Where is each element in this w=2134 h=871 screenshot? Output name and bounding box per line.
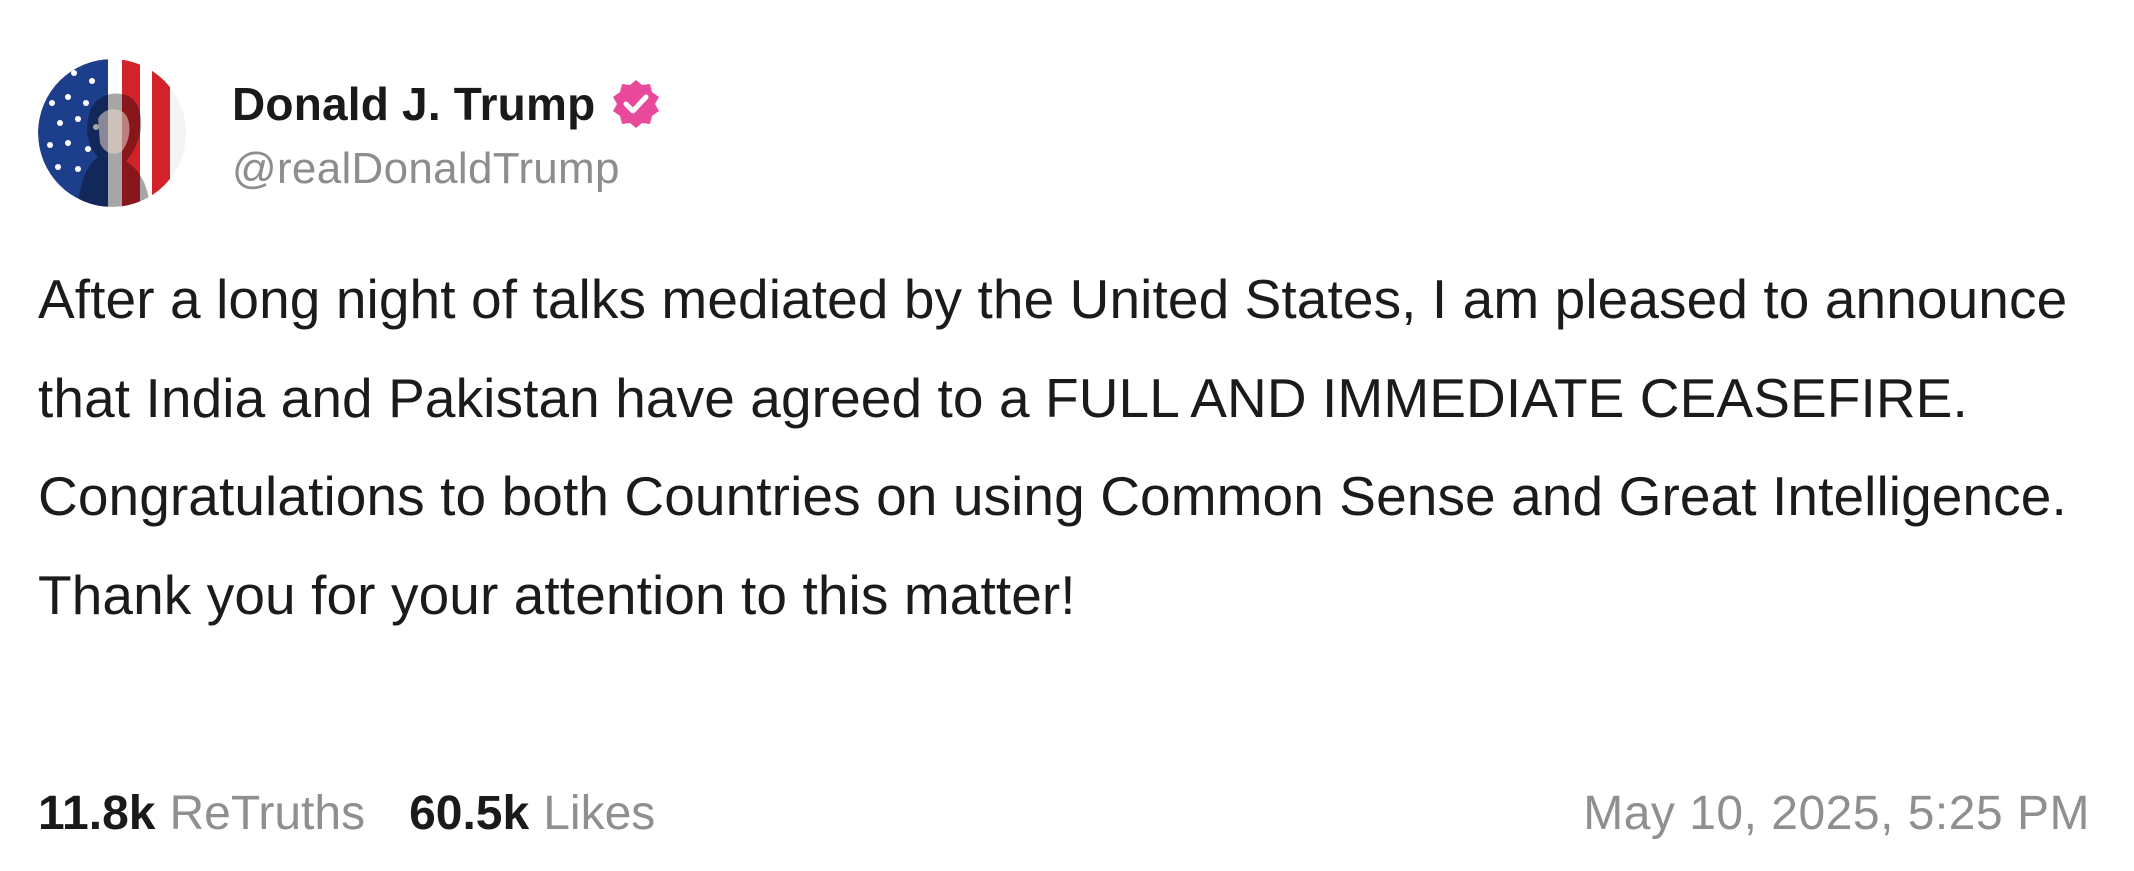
verified-badge-icon [609, 77, 663, 131]
post-text: After a long night of talks mediated by … [38, 268, 2068, 626]
retruths-count: 11.8k [38, 787, 156, 840]
post-timestamp[interactable]: May 10, 2025, 5:25 PM [1583, 786, 2090, 841]
name-row: Donald J. Trump [232, 72, 663, 136]
likes-stat[interactable]: 60.5k Likes [409, 786, 655, 841]
post-header: Donald J. Trump @realDonaldTrump [38, 58, 663, 208]
post-stats: 11.8k ReTruths 60.5k Likes [38, 786, 655, 841]
truth-post: Donald J. Trump @realDonaldTrump After a… [0, 0, 2134, 871]
retruths-label: ReTruths [169, 787, 366, 840]
likes-label: Likes [543, 787, 656, 840]
flag-portrait-avatar-icon [38, 59, 186, 207]
author-handle[interactable]: @realDonaldTrump [232, 144, 663, 194]
retruths-stat[interactable]: 11.8k ReTruths [38, 786, 365, 841]
author-identity: Donald J. Trump @realDonaldTrump [232, 72, 663, 194]
likes-count: 60.5k [409, 787, 530, 840]
avatar[interactable] [38, 59, 186, 207]
author-display-name[interactable]: Donald J. Trump [232, 77, 595, 131]
